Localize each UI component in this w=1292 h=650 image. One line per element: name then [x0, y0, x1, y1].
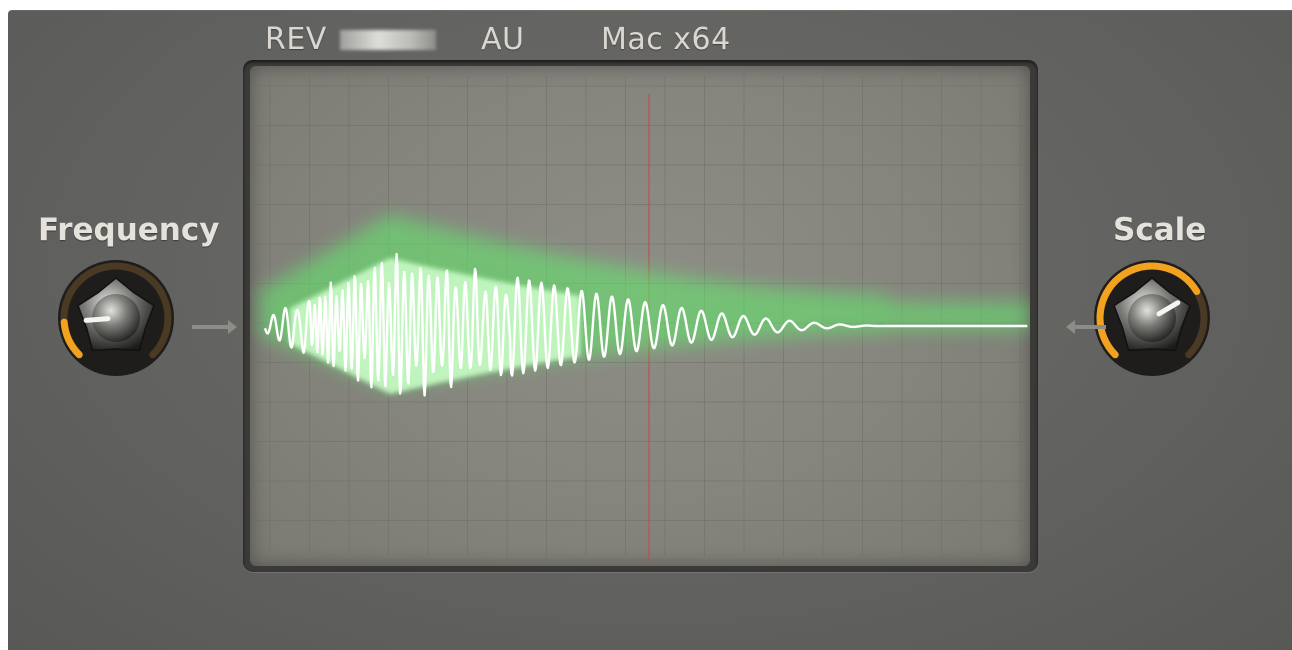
scale-label: Scale	[1113, 212, 1207, 248]
waveform-canvas	[250, 76, 1030, 561]
revision-serial-redacted	[340, 30, 436, 50]
knob-graphic	[1094, 260, 1210, 376]
revision-label: REV	[265, 22, 327, 57]
arrow-right-icon	[192, 325, 230, 329]
arrow-left-icon	[1074, 325, 1106, 329]
oscilloscope-display	[250, 66, 1030, 566]
knob-graphic	[58, 260, 174, 376]
frequency-label: Frequency	[38, 212, 220, 248]
arrow-right-head	[228, 320, 237, 334]
knob-pointer	[83, 316, 111, 323]
platform-label: Mac x64	[601, 22, 731, 57]
scale-knob[interactable]	[1090, 256, 1214, 380]
arrow-left-head	[1066, 320, 1075, 334]
frequency-knob[interactable]	[54, 256, 178, 380]
plugin-format-label: AU	[481, 22, 525, 57]
